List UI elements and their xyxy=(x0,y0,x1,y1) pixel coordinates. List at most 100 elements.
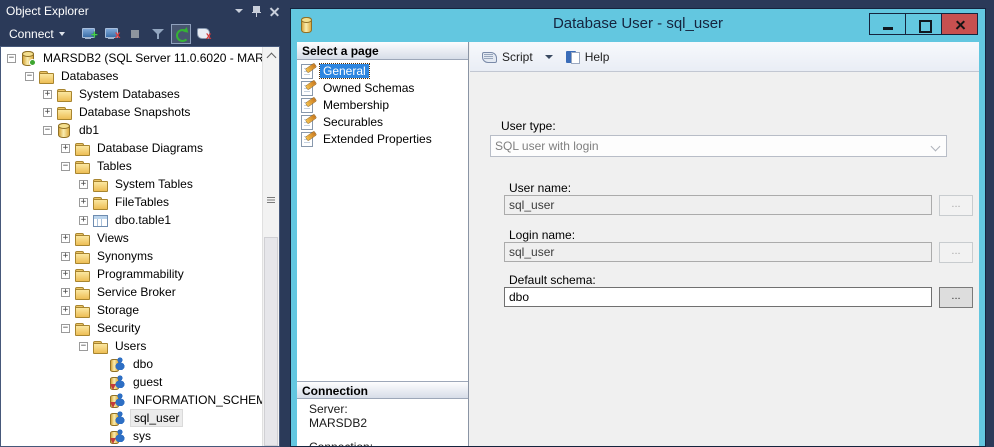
expander-icon[interactable]: + xyxy=(61,270,70,279)
tree-row[interactable]: sql_user xyxy=(1,409,279,427)
expander-icon[interactable]: − xyxy=(25,72,34,81)
page-item-label: Securables xyxy=(320,115,386,129)
filter-button[interactable] xyxy=(148,24,168,44)
tree-row[interactable]: + Synonyms xyxy=(1,247,279,265)
chevron-down-icon xyxy=(545,55,553,61)
tree-row[interactable]: + Programmability xyxy=(1,265,279,283)
connect-server-button[interactable] xyxy=(79,24,99,44)
tree-row[interactable]: + Storage xyxy=(1,301,279,319)
disconnect-server-button[interactable] xyxy=(102,24,122,44)
script-dropdown-button[interactable] xyxy=(539,50,559,64)
tree-row[interactable]: + System Databases xyxy=(1,85,279,103)
tree-row[interactable]: − Tables xyxy=(1,157,279,175)
tree-node-label: Programmability xyxy=(94,266,187,282)
close-panel-icon[interactable] xyxy=(270,7,279,16)
stop-button[interactable] xyxy=(125,24,145,44)
tree-row[interactable]: − db1 xyxy=(1,121,279,139)
page-item[interactable]: General xyxy=(297,62,468,79)
tree-node-icon xyxy=(74,248,90,264)
tree-node-label: MARSDB2 (SQL Server 11.0.6020 - MARSD xyxy=(40,50,279,66)
expander-icon[interactable]: + xyxy=(61,234,70,243)
tree-row[interactable]: + Service Broker xyxy=(1,283,279,301)
dialog-toolbar: Script Help xyxy=(470,42,979,72)
default-schema-browse-button[interactable]: ... xyxy=(939,287,973,308)
tree-node-icon xyxy=(74,320,90,336)
tree-node-icon xyxy=(110,392,126,408)
script-label: Script xyxy=(502,50,533,64)
toolbar-button-icon xyxy=(104,26,120,42)
tree-row[interactable]: guest xyxy=(1,373,279,391)
tree-node-label: Storage xyxy=(94,302,142,318)
expander-icon[interactable]: + xyxy=(61,252,70,261)
expander-icon[interactable]: − xyxy=(61,162,70,171)
connect-button[interactable]: Connect xyxy=(5,25,69,43)
tree-row[interactable]: sys xyxy=(1,427,279,445)
tree-node-icon xyxy=(92,176,108,192)
tree-node-icon xyxy=(20,50,36,66)
page-item[interactable]: Membership xyxy=(297,96,468,113)
tree-row[interactable]: − Security xyxy=(1,319,279,337)
tree-row[interactable]: + Database Snapshots xyxy=(1,103,279,121)
expander-icon[interactable]: + xyxy=(79,216,88,225)
tree-node-label: Service Broker xyxy=(94,284,179,300)
scroll-up-icon[interactable] xyxy=(263,47,280,64)
tree-scrollbar[interactable] xyxy=(262,47,279,446)
toolbar-button-icon xyxy=(196,26,212,42)
expander-icon[interactable]: + xyxy=(61,144,70,153)
close-button[interactable] xyxy=(941,13,978,35)
tree-row[interactable]: − MARSDB2 (SQL Server 11.0.6020 - MARSD xyxy=(1,49,279,67)
expander-icon[interactable]: + xyxy=(61,288,70,297)
expander-icon[interactable]: + xyxy=(79,198,88,207)
script-button[interactable]: Script xyxy=(478,46,537,68)
expander-icon[interactable]: − xyxy=(61,324,70,333)
tree-node-label: Database Diagrams xyxy=(94,140,206,156)
expander-icon[interactable]: + xyxy=(61,306,70,315)
tree-row[interactable]: − Users xyxy=(1,337,279,355)
tree-node-label: Synonyms xyxy=(94,248,156,264)
object-explorer-panel: Object Explorer Connect xyxy=(0,0,285,447)
expander-icon[interactable]: + xyxy=(79,180,88,189)
dialog-titlebar[interactable]: Database User - sql_user xyxy=(291,9,985,42)
minimize-button[interactable] xyxy=(869,13,906,35)
help-button[interactable]: Help xyxy=(561,46,614,68)
login-name-browse-button: ... xyxy=(939,242,973,263)
window-position-menu-icon[interactable] xyxy=(235,9,243,13)
server-label: Server: xyxy=(309,402,466,416)
tree-row[interactable]: + Database Diagrams xyxy=(1,139,279,157)
tree-row[interactable]: dbo xyxy=(1,355,279,373)
tree-row[interactable]: INFORMATION_SCHEMA xyxy=(1,391,279,409)
dialog-content: Select a page General Owned Schemas Memb… xyxy=(297,42,979,446)
script-icon xyxy=(482,49,498,65)
error-log-button[interactable] xyxy=(194,24,214,44)
expander-icon[interactable]: − xyxy=(43,126,52,135)
expander-icon[interactable]: + xyxy=(43,108,52,117)
tree-node-label: guest xyxy=(130,374,165,390)
tree-row[interactable]: + dbo.table1 xyxy=(1,211,279,229)
tree-row[interactable]: − Databases xyxy=(1,67,279,85)
page-item[interactable]: Owned Schemas xyxy=(297,79,468,96)
tree-node-icon xyxy=(74,266,90,282)
tree-node-label: INFORMATION_SCHEMA xyxy=(130,392,277,408)
page-item-label: General xyxy=(320,64,369,78)
tree-row[interactable]: + System Tables xyxy=(1,175,279,193)
tree-node-icon xyxy=(92,338,108,354)
expander-icon[interactable]: + xyxy=(43,90,52,99)
refresh-button[interactable] xyxy=(171,24,191,44)
tree-node-label: dbo xyxy=(130,356,156,372)
expander-icon[interactable]: − xyxy=(7,54,16,63)
scrollbar-thumb[interactable] xyxy=(264,237,278,446)
tree-node-icon xyxy=(74,302,90,318)
tree-node-label: System Tables xyxy=(112,176,196,192)
default-schema-field[interactable]: dbo xyxy=(504,287,932,307)
maximize-button[interactable] xyxy=(905,13,942,35)
page-item-label: Extended Properties xyxy=(320,132,435,146)
connect-label: Connect xyxy=(9,27,54,41)
page-item-label: Owned Schemas xyxy=(320,81,417,95)
expander-icon[interactable]: − xyxy=(79,342,88,351)
pin-icon[interactable] xyxy=(252,5,261,17)
page-item[interactable]: Extended Properties xyxy=(297,130,468,147)
page-item[interactable]: Securables xyxy=(297,113,468,130)
tree-row[interactable]: + Views xyxy=(1,229,279,247)
tree-row[interactable]: + FileTables xyxy=(1,193,279,211)
object-explorer-toolbar: Connect xyxy=(0,22,285,46)
